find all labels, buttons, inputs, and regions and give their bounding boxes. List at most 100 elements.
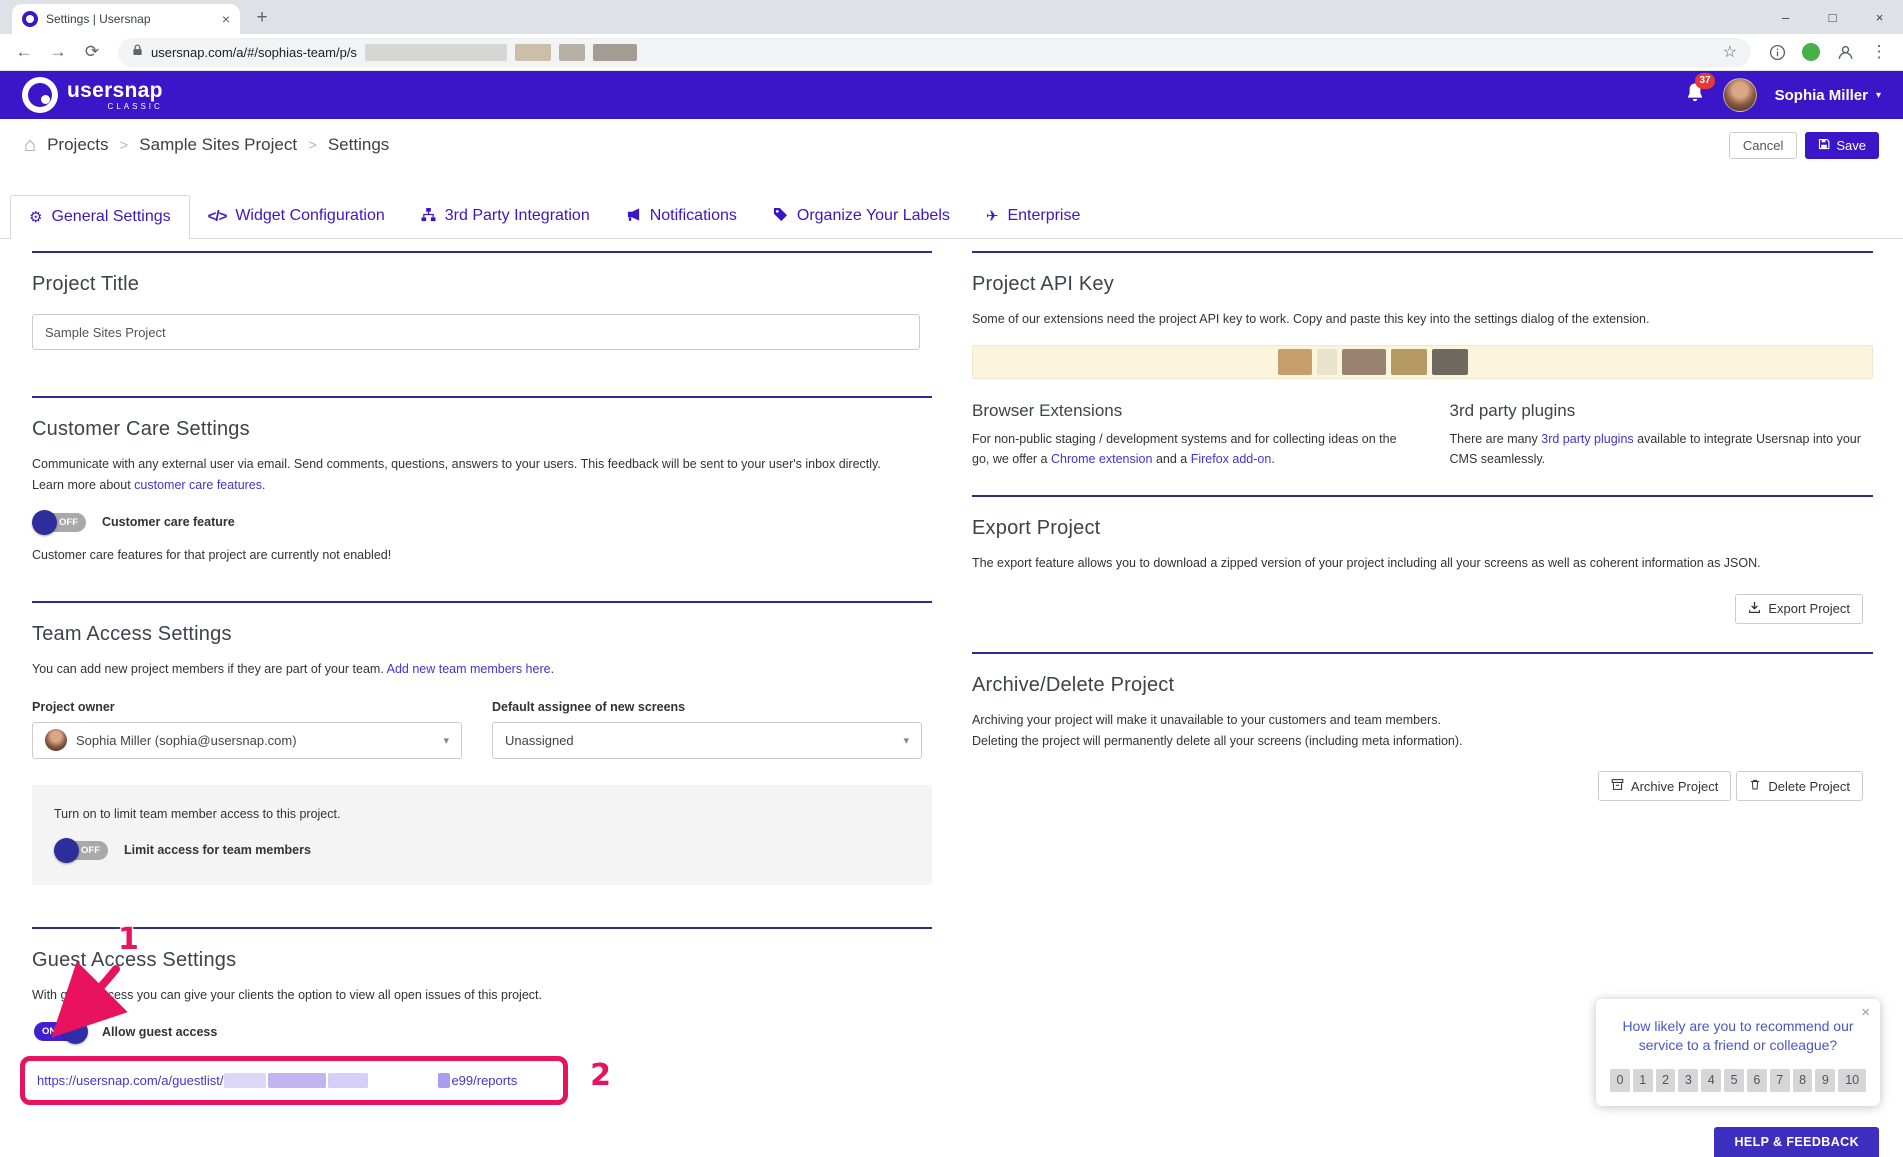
guest-access-panel: Guest Access Settings With guest access … bbox=[20, 924, 932, 1106]
default-assignee-select[interactable]: Unassigned ▾ bbox=[492, 721, 922, 759]
window-minimize-button[interactable]: – bbox=[1762, 0, 1809, 34]
toggle-knob bbox=[63, 1019, 88, 1045]
url-text: usersnap.com/a/#/sophias-team/p/s bbox=[151, 44, 357, 60]
export-project-description: The export feature allows you to downloa… bbox=[972, 556, 1761, 571]
help-feedback-button[interactable]: HELP & FEEDBACK bbox=[1714, 1127, 1879, 1157]
usersnap-favicon-icon bbox=[22, 11, 38, 27]
chrome-extension-link[interactable]: Chrome extension bbox=[1051, 452, 1152, 466]
refresh-icon[interactable]: ⟳ bbox=[78, 38, 106, 66]
tab-general-settings[interactable]: ⚙ General Settings bbox=[10, 195, 190, 239]
team-access-description: You can add new project members if they … bbox=[32, 662, 555, 677]
allow-guest-access-toggle[interactable]: ON bbox=[32, 1019, 88, 1045]
breadcrumb-settings[interactable]: Settings bbox=[328, 135, 389, 155]
firefox-addon-link[interactable]: Firefox add-on bbox=[1191, 452, 1272, 466]
notification-badge: 37 bbox=[1695, 72, 1715, 89]
breadcrumb-project-name[interactable]: Sample Sites Project bbox=[139, 135, 297, 155]
nps-rating-1[interactable]: 1 bbox=[1632, 1068, 1653, 1092]
customer-care-note: Customer care features for that project … bbox=[32, 547, 392, 562]
third-party-plugins-link[interactable]: 3rd party plugins bbox=[1541, 432, 1633, 446]
close-icon[interactable]: × bbox=[1861, 1004, 1870, 1021]
home-icon[interactable]: ⌂ bbox=[24, 134, 36, 157]
logo-name: usersnap bbox=[67, 78, 163, 102]
export-project-button[interactable]: Export Project bbox=[1735, 593, 1863, 624]
nps-rating-2[interactable]: 2 bbox=[1655, 1068, 1676, 1092]
plane-icon: ✈ bbox=[985, 207, 999, 225]
forward-icon[interactable]: → bbox=[44, 38, 72, 66]
nps-rating-5[interactable]: 5 bbox=[1724, 1068, 1744, 1092]
user-avatar[interactable] bbox=[1722, 78, 1757, 112]
customer-care-description: Communicate with any external user via e… bbox=[32, 457, 881, 471]
guest-access-description: With guest access you can give your clie… bbox=[32, 987, 542, 1002]
nps-rating-10[interactable]: 10 bbox=[1838, 1068, 1867, 1092]
limit-access-text: Turn on to limit team member access to t… bbox=[54, 806, 341, 821]
chevron-down-icon: ▾ bbox=[903, 734, 909, 747]
api-key-field[interactable] bbox=[972, 345, 1873, 380]
window-maximize-button[interactable]: □ bbox=[1809, 0, 1856, 34]
lock-icon bbox=[132, 43, 143, 62]
browser-menu-icon[interactable]: ⋮ bbox=[1865, 38, 1893, 66]
tab-organize-your-labels[interactable]: Organize Your Labels bbox=[755, 194, 968, 238]
export-project-heading: Export Project bbox=[972, 517, 1101, 540]
notifications-bell-icon[interactable]: 37 bbox=[1685, 72, 1715, 109]
nps-rating-3[interactable]: 3 bbox=[1678, 1068, 1699, 1092]
api-key-heading: Project API Key bbox=[972, 273, 1114, 295]
address-bar[interactable]: usersnap.com/a/#/sophias-team/p/s ☆ bbox=[118, 37, 1751, 67]
project-title-input[interactable] bbox=[32, 314, 920, 350]
user-menu[interactable]: Sophia Miller bbox=[1775, 87, 1868, 104]
customer-care-heading: Customer Care Settings bbox=[32, 418, 250, 440]
usersnap-logo[interactable]: usersnap CLASSIC bbox=[22, 77, 163, 113]
extension-icon[interactable] bbox=[1797, 38, 1825, 66]
back-icon[interactable]: ← bbox=[10, 38, 38, 66]
archive-project-button[interactable]: Archive Project bbox=[1597, 771, 1732, 802]
redacted-token-segment bbox=[268, 1073, 327, 1089]
project-title-panel: Project Title bbox=[32, 251, 932, 350]
info-icon[interactable] bbox=[1763, 38, 1791, 66]
delete-project-button[interactable]: Delete Project bbox=[1736, 771, 1863, 802]
tab-enterprise[interactable]: ✈ Enterprise bbox=[968, 194, 1099, 238]
customer-care-toggle[interactable]: OFF bbox=[32, 509, 88, 535]
project-api-key-panel: Project API Key Some of our extensions n… bbox=[972, 251, 1873, 469]
download-icon bbox=[1748, 601, 1761, 617]
guest-access-url-link[interactable]: https://usersnap.com/a/guestlist/ e99/re… bbox=[37, 1073, 517, 1089]
project-owner-select[interactable]: Sophia Miller (sophia@usersnap.com) ▾ bbox=[32, 721, 462, 759]
default-assignee-label: Default assignee of new screens bbox=[492, 699, 686, 714]
redacted-token-segment bbox=[438, 1073, 451, 1089]
bookmark-star-icon[interactable]: ☆ bbox=[1723, 42, 1737, 62]
limit-access-toggle[interactable]: OFF bbox=[54, 837, 110, 863]
browser-profile-icon[interactable] bbox=[1831, 38, 1859, 66]
chevron-down-icon[interactable]: ▾ bbox=[1876, 90, 1881, 101]
breadcrumb-bar: ⌂ Projects > Sample Sites Project > Sett… bbox=[0, 119, 1903, 171]
sitemap-icon bbox=[421, 207, 436, 225]
archive-delete-panel: Archive/Delete Project Archiving your pr… bbox=[972, 651, 1873, 802]
tab-notifications[interactable]: Notifications bbox=[608, 194, 755, 238]
delete-description: Deleting the project will permanently de… bbox=[972, 733, 1463, 748]
archive-delete-heading: Archive/Delete Project bbox=[972, 673, 1175, 696]
browser-tabstrip: Settings | Usersnap × + – □ × bbox=[0, 0, 1903, 34]
new-tab-button[interactable]: + bbox=[248, 4, 276, 32]
add-team-members-link[interactable]: Add new team members here bbox=[387, 662, 551, 676]
nps-rating-0[interactable]: 0 bbox=[1610, 1068, 1630, 1092]
breadcrumb-separator: > bbox=[308, 136, 317, 154]
nps-rating-7[interactable]: 7 bbox=[1769, 1068, 1790, 1092]
project-owner-label: Project owner bbox=[32, 699, 115, 714]
tab-3rd-party-integration[interactable]: 3rd Party Integration bbox=[403, 194, 608, 238]
browser-tab[interactable]: Settings | Usersnap × bbox=[12, 4, 240, 34]
cancel-button[interactable]: Cancel bbox=[1728, 131, 1798, 159]
nps-rating-scale: 0 1 2 3 4 5 6 7 8 9 10 bbox=[1610, 1068, 1867, 1092]
redacted-url-segment bbox=[364, 43, 507, 61]
customer-care-learn-more: Learn more about customer care features. bbox=[32, 478, 266, 493]
nps-rating-8[interactable]: 8 bbox=[1792, 1068, 1813, 1092]
breadcrumb-projects[interactable]: Projects bbox=[47, 135, 108, 155]
tab-widget-configuration[interactable]: </> Widget Configuration bbox=[190, 194, 403, 238]
redacted-key-segment bbox=[1317, 349, 1337, 376]
guest-access-heading: Guest Access Settings bbox=[32, 948, 237, 971]
save-button[interactable]: Save bbox=[1805, 131, 1879, 159]
tab-close-icon[interactable]: × bbox=[222, 12, 230, 26]
customer-care-features-link[interactable]: customer care features bbox=[134, 478, 262, 492]
limit-access-box: Turn on to limit team member access to t… bbox=[32, 784, 932, 885]
nps-rating-4[interactable]: 4 bbox=[1701, 1068, 1722, 1092]
window-close-button[interactable]: × bbox=[1856, 0, 1903, 34]
allow-guest-access-label: Allow guest access bbox=[102, 1024, 218, 1039]
nps-rating-6[interactable]: 6 bbox=[1746, 1068, 1767, 1092]
nps-rating-9[interactable]: 9 bbox=[1815, 1068, 1836, 1092]
